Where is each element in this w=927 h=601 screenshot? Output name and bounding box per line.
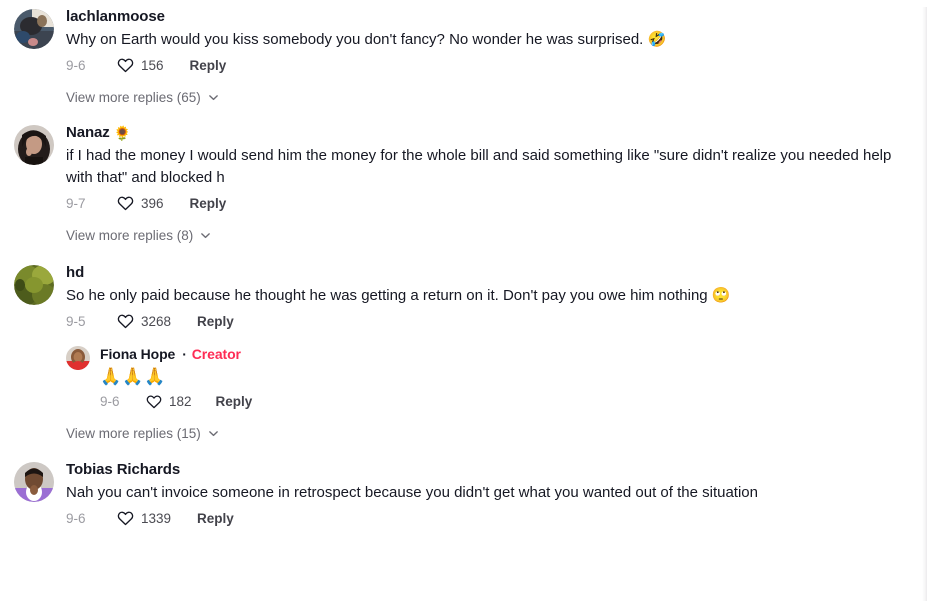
like-button[interactable]: 156 — [117, 57, 164, 73]
avatar[interactable] — [66, 346, 90, 370]
avatar-image — [14, 9, 54, 49]
comment-list: lachlanmoose Why on Earth would you kiss… — [0, 7, 927, 526]
like-count: 182 — [169, 394, 192, 409]
like-button[interactable]: 3268 — [117, 313, 171, 329]
avatar[interactable] — [14, 462, 54, 502]
avatar[interactable] — [14, 9, 54, 49]
avatar-image — [66, 346, 90, 370]
chevron-down-icon — [208, 431, 218, 437]
view-more-label: View more replies (15) — [66, 426, 201, 441]
view-more-replies-button[interactable]: View more replies (15) — [66, 426, 927, 441]
reply-button[interactable]: Reply — [190, 196, 227, 211]
reply-body: Fiona Hope · Creator 🙏🙏🙏 9-6 182 Reply — [90, 345, 899, 409]
comment-item: Tobias Richards Nah you can't invoice so… — [0, 460, 927, 526]
reply-button[interactable]: Reply — [197, 511, 234, 526]
chevron-down-icon — [201, 233, 211, 239]
heart-outline-icon — [117, 196, 134, 211]
username-text: hd — [66, 264, 85, 281]
reply-button[interactable]: Reply — [197, 314, 234, 329]
heart-outline-icon — [146, 395, 162, 409]
heart-outline-icon — [117, 58, 134, 73]
like-count: 156 — [141, 57, 164, 73]
chevron-down-icon — [208, 95, 218, 101]
comment-date: 9-6 — [66, 57, 86, 73]
comment-username[interactable]: lachlanmoose — [66, 7, 913, 27]
like-button[interactable]: 1339 — [117, 510, 171, 526]
username-text: Tobias Richards — [66, 461, 181, 478]
comment-body: Nanaz 🌻 if I had the money I would send … — [54, 123, 913, 211]
comment-username[interactable]: Tobias Richards — [66, 460, 913, 480]
heart-outline-icon — [117, 314, 134, 329]
comment-meta: 9-7 396 Reply — [66, 195, 913, 211]
comment-lachlanmoose: lachlanmoose Why on Earth would you kiss… — [0, 7, 927, 73]
comment-username[interactable]: Nanaz 🌻 — [66, 123, 913, 143]
avatar-image — [14, 462, 54, 502]
avatar-image — [14, 265, 54, 305]
avatar[interactable] — [14, 265, 54, 305]
reply-date: 9-6 — [100, 394, 120, 409]
view-more-replies-button[interactable]: View more replies (8) — [66, 228, 927, 243]
comment-date: 9-6 — [66, 510, 86, 526]
comment-text: Why on Earth would you kiss somebody you… — [66, 31, 667, 48]
comment-text: Nah you can't invoice someone in retrosp… — [66, 484, 758, 501]
comment-item: Nanaz 🌻 if I had the money I would send … — [0, 123, 927, 243]
heart-outline-icon — [117, 511, 134, 526]
comment-hd: hd So he only paid because he thought he… — [0, 263, 927, 409]
reply-button[interactable]: Reply — [190, 58, 227, 73]
comment-date: 9-5 — [66, 313, 86, 329]
reply-username[interactable]: Fiona Hope · Creator — [100, 345, 899, 363]
comment-tobias-richards: Tobias Richards Nah you can't invoice so… — [0, 460, 927, 526]
view-more-label: View more replies (8) — [66, 228, 194, 243]
comment-body: lachlanmoose Why on Earth would you kiss… — [54, 7, 913, 73]
reply-list: Fiona Hope · Creator 🙏🙏🙏 9-6 182 Reply — [66, 345, 913, 409]
like-button[interactable]: 182 — [146, 394, 192, 409]
like-count: 3268 — [141, 313, 172, 329]
comment-meta: 9-6 1339 Reply — [66, 510, 913, 526]
like-count: 1339 — [141, 510, 172, 526]
creator-badge: Creator — [191, 346, 241, 362]
comment-item: hd So he only paid because he thought he… — [0, 263, 927, 441]
view-more-label: View more replies (65) — [66, 90, 201, 105]
comment-item: lachlanmoose Why on Earth would you kiss… — [0, 7, 927, 105]
like-button[interactable]: 396 — [117, 195, 164, 211]
comment-nanaz: Nanaz 🌻 if I had the money I would send … — [0, 123, 927, 211]
like-count: 396 — [141, 195, 164, 211]
username-emoji: 🌻 — [113, 125, 132, 141]
avatar-image — [14, 125, 54, 165]
username-text: lachlanmoose — [66, 8, 165, 25]
comment-meta: 9-6 156 Reply — [66, 57, 913, 73]
reply-meta: 9-6 182 Reply — [100, 394, 899, 409]
comment-text: if I had the money I would send him the … — [66, 147, 896, 186]
reply-fiona-hope: Fiona Hope · Creator 🙏🙏🙏 9-6 182 Reply — [66, 345, 913, 409]
comment-username[interactable]: hd — [66, 263, 913, 283]
comment-meta: 9-5 3268 Reply — [66, 313, 913, 329]
comment-date: 9-7 — [66, 195, 86, 211]
comment-body: hd So he only paid because he thought he… — [54, 263, 913, 409]
comment-text: So he only paid because he thought he wa… — [66, 287, 731, 304]
reply-button[interactable]: Reply — [216, 394, 253, 409]
reply-text: 🙏🙏🙏 — [100, 367, 167, 386]
avatar[interactable] — [14, 125, 54, 165]
username-text: Fiona Hope — [100, 346, 176, 362]
username-text: Nanaz — [66, 124, 110, 141]
comment-body: Tobias Richards Nah you can't invoice so… — [54, 460, 913, 526]
badge-separator: · — [182, 346, 187, 362]
view-more-replies-button[interactable]: View more replies (65) — [66, 90, 927, 105]
